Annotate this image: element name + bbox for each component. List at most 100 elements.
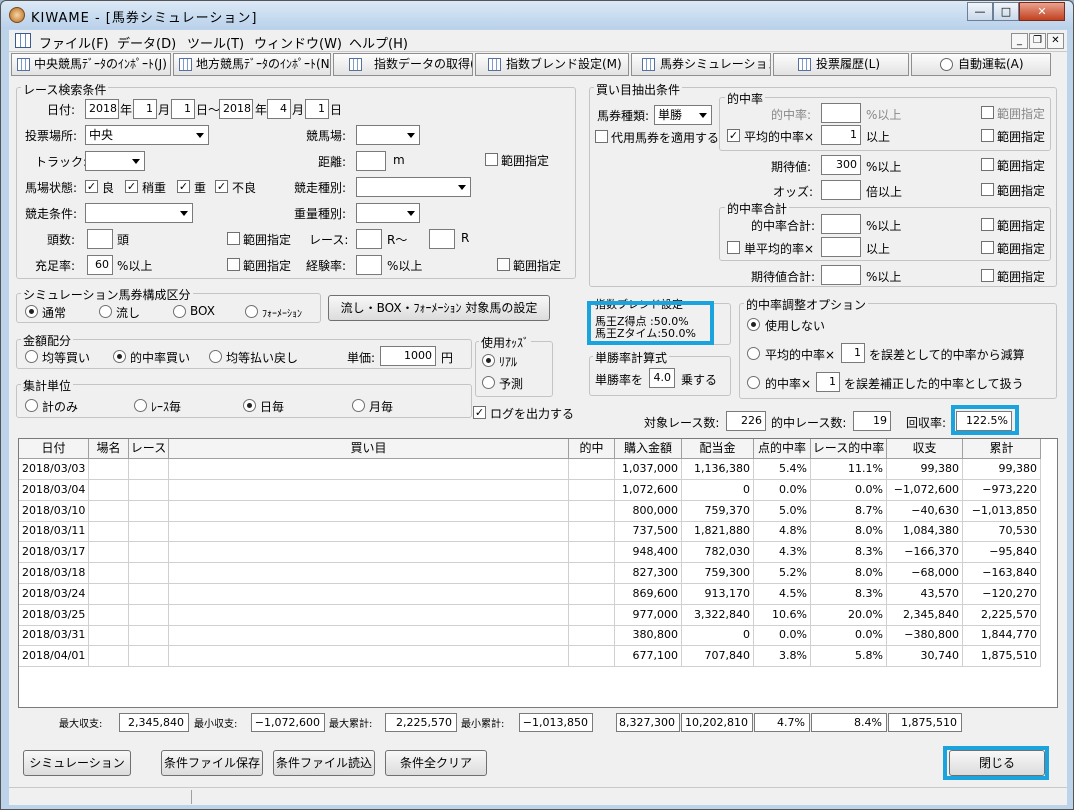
- course-select[interactable]: [356, 125, 420, 145]
- load-conditions-button[interactable]: 条件ファイル読込: [273, 750, 375, 776]
- comp-formation-radio[interactable]: [245, 305, 258, 318]
- odds-real-radio[interactable]: [482, 354, 495, 367]
- year-from-field[interactable]: 2018: [85, 99, 119, 119]
- adjust-none-radio[interactable]: [747, 318, 760, 331]
- menu-data[interactable]: データ(D): [117, 33, 176, 52]
- weight-select[interactable]: [356, 203, 420, 223]
- month-from-field[interactable]: 1: [133, 99, 157, 119]
- single-range-checkbox[interactable]: [981, 241, 994, 254]
- avg-hit-checkbox[interactable]: ✓: [727, 129, 740, 142]
- month-to-field[interactable]: 4: [267, 99, 291, 119]
- odds-range-checkbox[interactable]: [981, 183, 994, 196]
- column-header[interactable]: 的中: [569, 439, 615, 459]
- cond-heavy-checkbox[interactable]: ✓: [177, 180, 190, 193]
- avg-range-checkbox[interactable]: [981, 129, 994, 142]
- agg-day-radio[interactable]: [243, 399, 256, 412]
- hit-sum-range-checkbox[interactable]: [981, 218, 994, 231]
- comp-nagashi-radio[interactable]: [99, 305, 112, 318]
- clear-conditions-button[interactable]: 条件全クリア: [385, 750, 487, 776]
- amount-even-radio[interactable]: [25, 350, 38, 363]
- cond-good-checkbox[interactable]: ✓: [85, 180, 98, 193]
- heads-range-checkbox[interactable]: [227, 232, 240, 245]
- mdi-close-icon[interactable]: ✕: [1047, 33, 1064, 49]
- set-target-horses-button[interactable]: 流し・BOX・ﾌｫｰﾒｰｼｮﾝ 対象馬の設定: [328, 295, 550, 321]
- mdi-minimize-icon[interactable]: _: [1011, 33, 1028, 49]
- menu-tools[interactable]: ツール(T): [187, 33, 244, 52]
- hit-range-checkbox[interactable]: [981, 106, 994, 119]
- mdi-restore-icon[interactable]: ❐: [1029, 33, 1046, 49]
- auto-run-button[interactable]: 自動運転(A): [911, 53, 1051, 76]
- place-select[interactable]: 中央: [85, 125, 209, 145]
- simulate-button[interactable]: シミュレーション: [23, 750, 131, 776]
- bet-kind-select[interactable]: 単勝: [654, 105, 712, 125]
- agg-month-radio[interactable]: [352, 399, 365, 412]
- minimize-icon[interactable]: —: [967, 2, 993, 21]
- column-header[interactable]: レース的中率: [811, 439, 887, 459]
- amount-hit-radio[interactable]: [113, 350, 126, 363]
- substitute-checkbox[interactable]: [595, 130, 608, 143]
- adjust-subtract-field[interactable]: 1: [841, 343, 865, 363]
- race-from-field[interactable]: [356, 229, 382, 249]
- column-header[interactable]: 日付: [19, 439, 89, 459]
- maximize-icon[interactable]: □: [993, 2, 1019, 21]
- comp-normal-radio[interactable]: [25, 305, 38, 318]
- day-to-field[interactable]: 1: [305, 99, 329, 119]
- expected-field[interactable]: 300: [821, 155, 861, 175]
- agg-total-radio[interactable]: [25, 399, 38, 412]
- expected-sum-field[interactable]: [821, 265, 861, 285]
- log-output-checkbox[interactable]: ✓: [473, 406, 486, 419]
- agg-race-radio[interactable]: [134, 399, 147, 412]
- column-header[interactable]: 配当金: [682, 439, 754, 459]
- odds-field[interactable]: [821, 180, 861, 200]
- day-from-field[interactable]: 1: [171, 99, 195, 119]
- save-conditions-button[interactable]: 条件ファイル保存: [161, 750, 263, 776]
- odds-forecast-radio[interactable]: [482, 376, 495, 389]
- column-header[interactable]: 場名: [89, 439, 129, 459]
- adjust-subtract-radio[interactable]: [747, 347, 760, 360]
- race-cond-select[interactable]: [85, 203, 193, 223]
- race-kind-select[interactable]: [356, 177, 471, 197]
- cond-bad-checkbox[interactable]: ✓: [215, 180, 228, 193]
- experience-field[interactable]: [356, 255, 382, 275]
- column-header[interactable]: 累計: [963, 439, 1041, 459]
- close-icon[interactable]: ✕: [1019, 2, 1065, 21]
- race-to-field[interactable]: [429, 229, 455, 249]
- avg-hit-field[interactable]: 1: [821, 125, 861, 145]
- bet-simulation-button[interactable]: 馬券シミュレーション(B): [631, 53, 771, 76]
- import-central-button[interactable]: 中央競馬ﾃﾞｰﾀのｲﾝﾎﾟｰﾄ(J): [11, 53, 171, 76]
- heads-field[interactable]: [87, 229, 113, 249]
- import-local-button[interactable]: 地方競馬ﾃﾞｰﾀのｲﾝﾎﾟｰﾄ(N): [173, 53, 331, 76]
- menu-help[interactable]: ヘルプ(H): [349, 33, 408, 52]
- unit-price-field[interactable]: 1000: [380, 346, 436, 366]
- single-avg-checkbox[interactable]: [727, 241, 740, 254]
- amount-even-payout-radio[interactable]: [209, 350, 222, 363]
- column-header[interactable]: 買い目: [169, 439, 569, 459]
- single-avg-field[interactable]: [821, 237, 861, 257]
- column-header[interactable]: 点的中率: [754, 439, 811, 459]
- experience-range-checkbox[interactable]: [497, 258, 510, 271]
- distance-field[interactable]: [356, 151, 386, 171]
- year-to-field[interactable]: 2018: [219, 99, 253, 119]
- expected-range-checkbox[interactable]: [981, 158, 994, 171]
- fill-rate-field[interactable]: 60: [87, 255, 113, 275]
- hit-rate-field[interactable]: [821, 103, 861, 123]
- expected-sum-range-checkbox[interactable]: [981, 269, 994, 282]
- adjust-correct-radio[interactable]: [747, 376, 760, 389]
- column-header[interactable]: 購入金額: [615, 439, 682, 459]
- results-table[interactable]: 日付 場名 レース 買い目 的中 購入金額 配当金 点的中率 レース的中率 収支 累計 2018/03…: [18, 438, 1058, 708]
- comp-box-radio[interactable]: [173, 305, 186, 318]
- menu-file[interactable]: ファイル(F): [39, 33, 109, 52]
- menu-window[interactable]: ウィンドウ(W): [254, 33, 342, 52]
- distance-range-checkbox[interactable]: [485, 153, 498, 166]
- win-power-field[interactable]: 4.0: [649, 368, 675, 388]
- hit-sum-field[interactable]: [821, 214, 861, 234]
- fetch-index-button[interactable]: 指数データの取得(I): [333, 53, 473, 76]
- track-select[interactable]: [85, 151, 145, 171]
- column-header[interactable]: 収支: [887, 439, 963, 459]
- fill-range-checkbox[interactable]: [227, 258, 240, 271]
- column-header[interactable]: レース: [129, 439, 169, 459]
- adjust-correct-field[interactable]: 1: [816, 372, 840, 392]
- cond-slightly-heavy-checkbox[interactable]: ✓: [125, 180, 138, 193]
- vote-history-button[interactable]: 投票履歴(L): [773, 53, 909, 76]
- blend-settings-button[interactable]: 指数ブレンド設定(M): [475, 53, 629, 76]
